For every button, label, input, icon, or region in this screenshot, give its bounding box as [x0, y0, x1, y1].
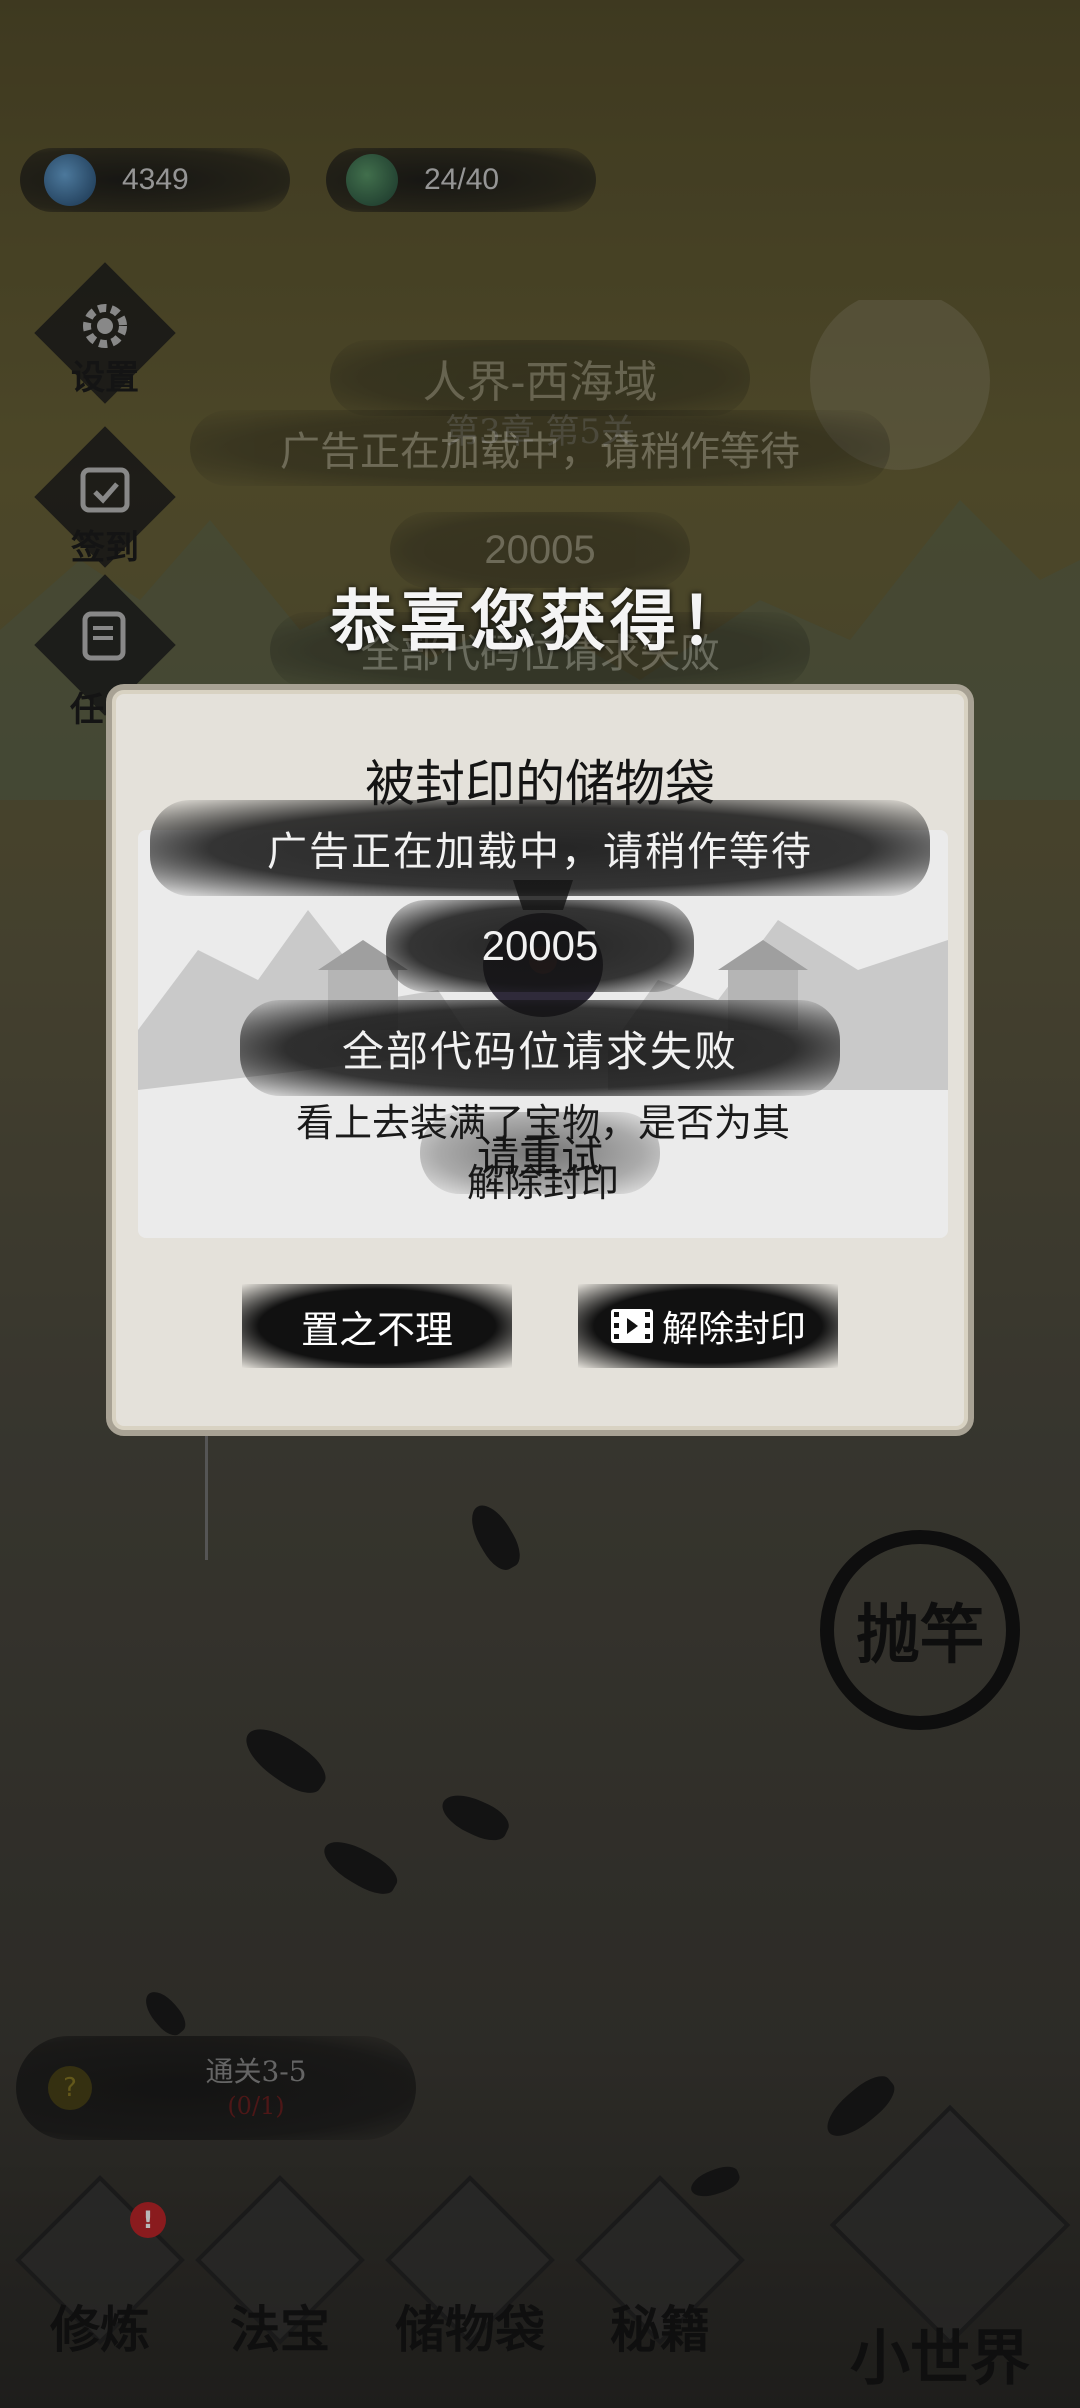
reward-header: 恭喜您获得！ — [330, 582, 750, 660]
ad-error-code: 20005 — [481, 922, 599, 969]
unseal-button-label: 解除封印 — [661, 1309, 806, 1350]
ad-error-text: 全部代码位请求失败 — [341, 1026, 738, 1076]
ad-loading-text: 广告正在加载中，请稍作等待 — [267, 829, 813, 875]
unseal-video-button[interactable]: 解除封印 — [578, 1284, 838, 1368]
video-ad-icon — [610, 1309, 653, 1343]
ad-retry-text: 请重试 — [476, 1131, 603, 1181]
ignore-button[interactable]: 置之不理 — [242, 1284, 512, 1368]
ad-retry-toast: 请重试 — [420, 1112, 660, 1194]
ignore-button-label: 置之不理 — [300, 1307, 453, 1352]
ad-loading-toast: 广告正在加载中，请稍作等待 — [150, 800, 930, 896]
ad-error-toast: 全部代码位请求失败 — [240, 1000, 840, 1096]
ad-error-code-toast: 20005 — [386, 900, 694, 992]
